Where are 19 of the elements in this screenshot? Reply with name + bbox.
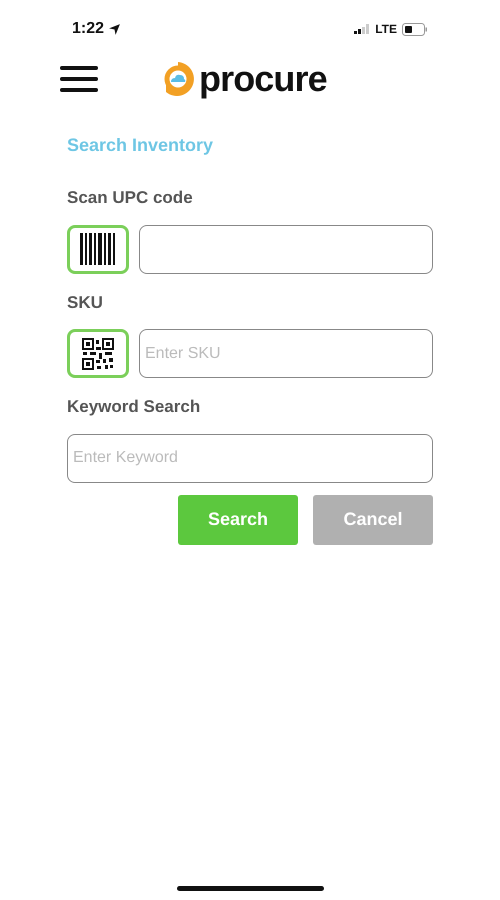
- field-label: Scan UPC code: [67, 187, 194, 209]
- qr-code-icon: [82, 338, 114, 370]
- signal-icon: [354, 24, 370, 34]
- field-label: Keyword Search: [67, 396, 202, 418]
- input-field[interactable]: Enter Keyword: [67, 434, 433, 482]
- menu-icon[interactable]: [60, 65, 98, 93]
- logo-text: procure: [199, 61, 327, 97]
- input-field[interactable]: Enter SKU: [139, 329, 433, 378]
- field-label: SKU: [67, 292, 104, 314]
- clock: 1:22: [72, 19, 104, 39]
- page-title: Search Inventory: [67, 134, 214, 157]
- search-button[interactable]: Search: [178, 494, 298, 544]
- scan-button[interactable]: [67, 224, 129, 274]
- barcode-icon: [80, 233, 116, 265]
- scan-button[interactable]: [67, 329, 129, 378]
- battery-icon: [402, 22, 428, 36]
- location-arrow-icon: [108, 22, 122, 36]
- network-label: LTE: [375, 21, 397, 38]
- input-field[interactable]: [139, 224, 433, 274]
